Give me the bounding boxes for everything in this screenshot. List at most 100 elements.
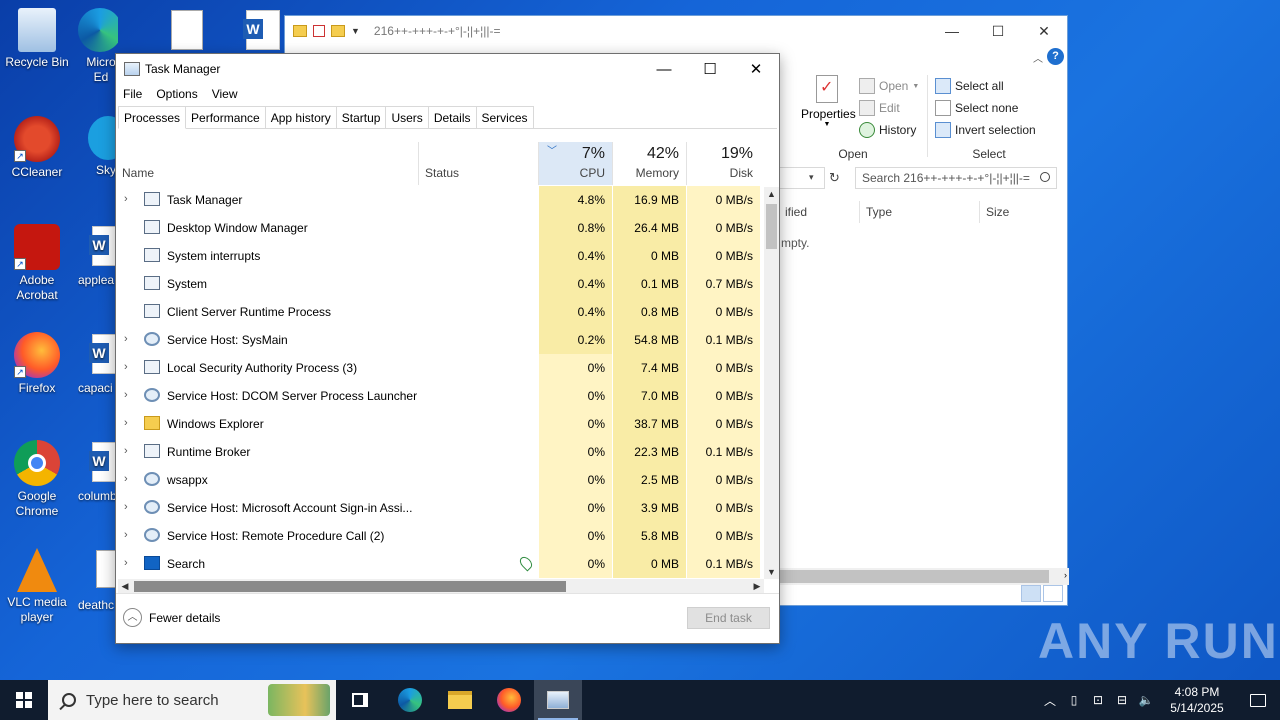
expand-chevron-icon[interactable]: › <box>124 389 128 401</box>
expand-chevron-icon[interactable]: › <box>124 417 128 429</box>
expand-chevron-icon[interactable]: › <box>124 193 128 205</box>
expand-chevron-icon[interactable]: › <box>124 361 128 373</box>
volume-icon[interactable]: 🔈 <box>1134 693 1158 707</box>
address-bar-tail[interactable]: ▾ <box>779 167 825 189</box>
network-icon[interactable]: ⊟ <box>1110 693 1134 707</box>
start-button[interactable] <box>0 680 48 720</box>
desktop-icon-word-columb[interactable]: columb <box>78 442 116 504</box>
desktop-icon-ccleaner[interactable]: ↗ CCleaner <box>0 116 74 180</box>
process-row[interactable]: › Task Manager 4.8% 16.9 MB 0 MB/s <box>116 186 764 214</box>
task-view-button[interactable] <box>336 680 384 720</box>
column-type[interactable]: Type <box>859 201 979 223</box>
process-row[interactable]: › wsappx 0% 2.5 MB 0 MB/s <box>116 466 764 494</box>
desktop-icon-skype-partial[interactable]: Sky <box>88 116 116 178</box>
edit-button[interactable]: Edit <box>859 97 919 119</box>
column-date-modified[interactable]: ified <box>779 201 859 223</box>
desktop-icon-image-top[interactable] <box>171 10 203 50</box>
taskbar-search-box[interactable]: Type here to search <box>48 680 336 720</box>
explorer-close-button[interactable]: ✕ <box>1021 16 1067 46</box>
device-icon[interactable]: ⊡ <box>1086 693 1110 707</box>
tab-app-history[interactable]: App history <box>264 106 337 128</box>
menu-file[interactable]: File <box>116 84 149 104</box>
desktop-icon-edge-partial[interactable]: Micro Ed <box>78 8 118 85</box>
explorer-scroll-thumb[interactable] <box>779 570 1049 583</box>
process-row[interactable]: › Service Host: Microsoft Account Sign-in… <box>116 494 764 522</box>
battery-icon[interactable]: ▯ <box>1062 693 1086 707</box>
desktop-icon-recycle-bin[interactable]: Recycle Bin <box>0 8 74 70</box>
fewer-details-button[interactable]: ︿ Fewer details <box>123 608 220 627</box>
explorer-minimize-button[interactable]: — <box>929 16 975 46</box>
scroll-left-icon[interactable]: ◀ <box>118 579 132 594</box>
tab-performance[interactable]: Performance <box>185 106 266 128</box>
process-row[interactable]: › Search 0% 0 MB 0.1 MB/s <box>116 550 764 578</box>
properties-button[interactable]: ✓ Properties ▼ <box>801 75 856 128</box>
process-row[interactable]: › Runtime Broker 0% 22.3 MB 0.1 MB/s <box>116 438 764 466</box>
chevron-up-icon[interactable]: ︿ <box>1038 692 1062 709</box>
expand-chevron-icon[interactable]: › <box>124 333 128 345</box>
details-view-button[interactable] <box>1021 585 1041 602</box>
desktop-icon-google-chrome[interactable]: Google Chrome <box>0 440 74 519</box>
tab-processes[interactable]: Processes <box>118 106 187 129</box>
desktop-icon-firefox[interactable]: ↗ Firefox <box>0 332 74 396</box>
desktop-icon-word-capaci[interactable]: capaci <box>78 334 116 396</box>
maximize-button[interactable]: ☐ <box>687 54 733 84</box>
menu-view[interactable]: View <box>205 84 245 104</box>
tab-users[interactable]: Users <box>385 106 429 128</box>
select-all-button[interactable]: Select all <box>935 75 1036 97</box>
scroll-right-icon[interactable]: › <box>1064 570 1067 580</box>
tab-services[interactable]: Services <box>475 106 534 128</box>
column-status[interactable]: Status <box>418 142 538 185</box>
refresh-icon[interactable]: ↻ <box>829 170 840 186</box>
taskbar-task-manager[interactable] <box>534 680 582 720</box>
menu-options[interactable]: Options <box>149 84 204 104</box>
qat-newfolder-icon[interactable] <box>331 25 345 37</box>
desktop-icon-adobe-acrobat[interactable]: ↗ Adobe Acrobat <box>0 224 74 303</box>
explorer-horizontal-scrollbar[interactable]: › <box>779 568 1069 585</box>
expand-chevron-icon[interactable]: › <box>124 473 128 485</box>
desktop-icon-word-top[interactable] <box>242 10 280 50</box>
qat-dropdown-icon[interactable]: ▼ <box>351 26 360 36</box>
expand-chevron-icon[interactable]: › <box>124 501 128 513</box>
process-row[interactable]: › Service Host: SysMain 0.2% 54.8 MB 0.1 MB/… <box>116 326 764 354</box>
expand-chevron-icon[interactable]: › <box>124 529 128 541</box>
tab-details[interactable]: Details <box>427 106 477 128</box>
process-row[interactable]: System 0.4% 0.1 MB 0.7 MB/s <box>116 270 764 298</box>
task-manager-titlebar[interactable]: Task Manager — ☐ ✕ <box>116 54 779 84</box>
column-disk[interactable]: 19% Disk <box>686 142 760 185</box>
horizontal-scroll-thumb[interactable] <box>134 581 566 592</box>
column-size[interactable]: Size <box>979 201 1059 223</box>
taskbar-edge[interactable] <box>386 680 434 720</box>
explorer-maximize-button[interactable]: ☐ <box>975 16 1021 46</box>
help-icon[interactable]: ? <box>1047 48 1064 65</box>
column-cpu[interactable]: ﹀ 7% CPU <box>538 142 612 185</box>
notifications-button[interactable] <box>1236 693 1280 707</box>
large-icons-view-button[interactable] <box>1043 585 1063 602</box>
column-memory[interactable]: 42% Memory <box>612 142 686 185</box>
process-row[interactable]: Client Server Runtime Process 0.4% 0.8 MB 0… <box>116 298 764 326</box>
taskbar-file-explorer[interactable] <box>436 680 484 720</box>
minimize-button[interactable]: — <box>641 54 687 84</box>
process-row[interactable]: › Service Host: Remote Procedure Call (2)… <box>116 522 764 550</box>
address-dropdown-icon[interactable]: ▾ <box>809 172 814 183</box>
scroll-right-icon[interactable]: ▶ <box>750 579 764 594</box>
horizontal-scrollbar[interactable]: ◀ ▶ <box>118 579 764 594</box>
history-button[interactable]: History <box>859 119 919 141</box>
close-button[interactable]: ✕ <box>733 54 779 84</box>
search-icon[interactable] <box>1040 172 1050 182</box>
invert-selection-button[interactable]: Invert selection <box>935 119 1036 141</box>
expand-chevron-icon[interactable]: › <box>124 445 128 457</box>
desktop-icon-word-applea[interactable]: applea <box>78 226 116 288</box>
process-row[interactable]: System interrupts 0.4% 0 MB 0 MB/s <box>116 242 764 270</box>
task-manager-window[interactable]: Task Manager — ☐ ✕ File Options View Pro… <box>115 53 780 644</box>
scroll-up-icon[interactable]: ▲ <box>764 187 779 201</box>
select-none-button[interactable]: Select none <box>935 97 1036 119</box>
qat-properties-icon[interactable] <box>313 25 325 37</box>
desktop-icon-vlc[interactable]: VLC media player <box>0 548 74 625</box>
desktop-icon-deathc[interactable]: deathc <box>78 550 116 613</box>
process-row[interactable]: › Service Host: DCOM Server Process Launc… <box>116 382 764 410</box>
scroll-down-icon[interactable]: ▼ <box>764 565 779 579</box>
vertical-scrollbar[interactable]: ▲ ▼ <box>764 187 779 579</box>
vertical-scroll-thumb[interactable] <box>766 204 777 249</box>
tab-startup[interactable]: Startup <box>335 106 387 128</box>
process-row[interactable]: › Windows Explorer 0% 38.7 MB 0 MB/s <box>116 410 764 438</box>
